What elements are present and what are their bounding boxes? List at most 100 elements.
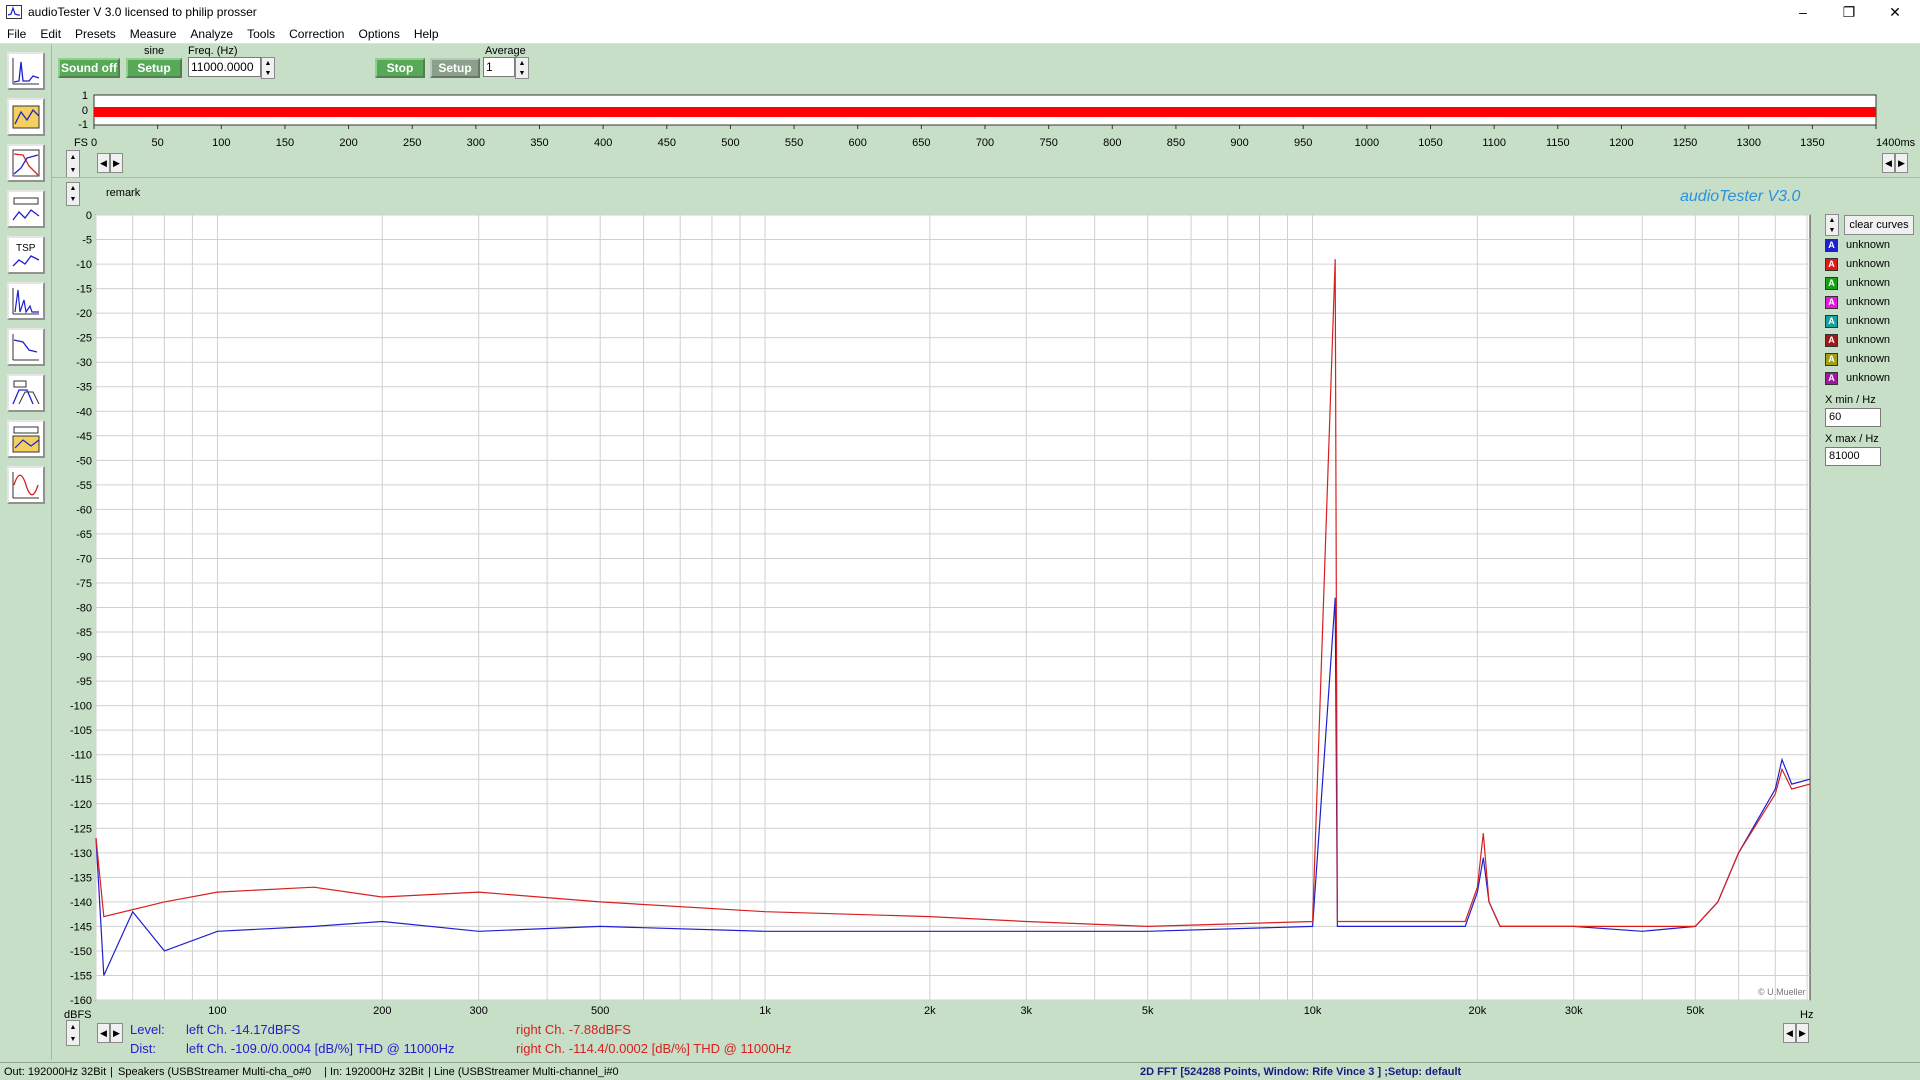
y-tick-label: -25	[76, 333, 92, 345]
separator: |	[110, 1066, 113, 1078]
x-tick-label: 3k	[1020, 1005, 1032, 1017]
level-right-readout: right Ch. -7.88dBFS	[516, 1022, 631, 1037]
legend-item[interactable]: Aunknown	[1825, 274, 1890, 292]
legend-label: unknown	[1846, 296, 1891, 308]
x-tick-label: 1k	[759, 1005, 771, 1017]
curve-color-icon[interactable]: A	[1825, 238, 1838, 252]
xmin-input[interactable]: 60	[1825, 408, 1881, 427]
y-tick-label: -125	[70, 823, 92, 835]
xmax-label: X max / Hz	[1825, 433, 1879, 445]
y-tick-label: -60	[76, 504, 92, 516]
spin-up-icon: ▲	[69, 1023, 77, 1031]
x-axis-unit-label: Hz	[1800, 1009, 1813, 1021]
y-tick-label: -75	[76, 578, 92, 590]
y-tick-label: -105	[70, 725, 92, 737]
legend-label: unknown	[1846, 372, 1891, 384]
fft-zoom-left[interactable]: ◀	[1783, 1023, 1796, 1043]
y-tick-label: -100	[70, 701, 92, 713]
y-tick-label: -140	[70, 897, 92, 909]
x-tick-label: 2k	[924, 1005, 936, 1017]
legend-item[interactable]: Aunknown	[1825, 312, 1890, 330]
y-tick-label: -110	[71, 750, 92, 762]
x-tick-label: 5k	[1142, 1005, 1154, 1017]
y-tick-label: -20	[76, 308, 92, 320]
y-tick-label: -150	[70, 946, 92, 958]
y-tick-label: -115	[71, 774, 92, 786]
spin-down-icon: ▼	[1828, 226, 1836, 234]
x-tick-label: 200	[373, 1005, 391, 1017]
x-tick-label: 300	[470, 1005, 488, 1017]
legend-item[interactable]: Aunknown	[1825, 331, 1890, 349]
curve-color-icon[interactable]: A	[1825, 352, 1838, 366]
y-tick-label: -65	[76, 529, 92, 541]
level-left-readout: left Ch. -14.17dBFS	[186, 1022, 301, 1037]
y-tick-label: -40	[76, 406, 92, 418]
x-tick-label: 30k	[1565, 1005, 1583, 1017]
xmin-label: X min / Hz	[1825, 394, 1876, 406]
x-tick-label: 20k	[1469, 1005, 1487, 1017]
y-tick-label: -45	[76, 431, 92, 443]
curve-color-icon[interactable]: A	[1825, 257, 1838, 271]
dist-label: Dist:	[130, 1041, 156, 1056]
y-tick-label: -160	[70, 995, 92, 1007]
arrow-left-icon: ◀	[100, 1027, 107, 1038]
legend-label: unknown	[1846, 258, 1891, 270]
fft-chart: 0 -5 -10 -15 -20 -25 -30 -35 -40 -45 -50 -55 -60 -65 -…	[64, 210, 1813, 1021]
y-tick-label: 0	[86, 210, 92, 222]
separator: |	[428, 1066, 431, 1078]
y-tick-label: -120	[70, 799, 92, 811]
y-tick-label: -55	[76, 480, 92, 492]
y-tick-label: -15	[76, 284, 92, 296]
spin-up-icon: ▲	[1828, 216, 1836, 224]
clear-curves-button[interactable]: clear curves	[1844, 215, 1914, 235]
y-tick-label: -70	[76, 553, 92, 565]
curve-color-icon[interactable]: A	[1825, 333, 1838, 347]
legend-label: unknown	[1846, 315, 1891, 327]
y-tick-label: -30	[76, 357, 92, 369]
curve-color-icon[interactable]: A	[1825, 314, 1838, 328]
x-tick-label: 50k	[1686, 1005, 1704, 1017]
y-tick-label: -155	[70, 970, 92, 982]
xmax-input[interactable]: 81000	[1825, 447, 1881, 466]
fft-scroll-left[interactable]: ◀	[97, 1023, 110, 1043]
dist-right-readout: right Ch. -114.4/0.0002 [dB/%] THD @ 110…	[516, 1041, 792, 1056]
y-tick-label: -90	[76, 652, 92, 664]
legend-label: unknown	[1846, 353, 1891, 365]
fft-zoom-right[interactable]: ▶	[1796, 1023, 1809, 1043]
legend-label: unknown	[1846, 334, 1891, 346]
x-tick-label: 10k	[1304, 1005, 1322, 1017]
level-label: Level:	[130, 1022, 165, 1037]
status-fft-info: 2D FFT [524288 Points, Window: Rife Vinc…	[1140, 1066, 1462, 1078]
status-output-format: Out: 192000Hz 32Bit	[4, 1066, 107, 1078]
legend-label: unknown	[1846, 239, 1891, 251]
y-tick-label: -5	[82, 235, 92, 247]
status-bar: Out: 192000Hz 32Bit | Speakers (USBStrea…	[0, 1062, 1920, 1080]
legend-item[interactable]: Aunknown	[1825, 350, 1890, 368]
fft-scroll-right[interactable]: ▶	[110, 1023, 123, 1043]
y-tick-label: -10	[76, 259, 92, 271]
y-tick-label: -145	[70, 921, 92, 933]
status-input-device: Line (USBStreamer Multi-channel_i#0	[434, 1066, 619, 1078]
credit-label: © U.Mueller	[1758, 987, 1806, 997]
legend-spinner[interactable]: ▲ ▼	[1825, 214, 1839, 236]
arrow-right-icon: ▶	[1799, 1027, 1806, 1038]
separator: |	[324, 1066, 327, 1078]
curve-color-icon[interactable]: A	[1825, 371, 1838, 385]
spin-down-icon: ▼	[69, 1035, 77, 1043]
legend-item[interactable]: Aunknown	[1825, 236, 1890, 254]
y-tick-label: -80	[76, 603, 92, 615]
dist-left-readout: left Ch. -109.0/0.0004 [dB/%] THD @ 1100…	[186, 1041, 455, 1056]
x-tick-label: 100	[208, 1005, 226, 1017]
curve-color-icon[interactable]: A	[1825, 295, 1838, 309]
arrow-left-icon: ◀	[1786, 1027, 1793, 1038]
legend-item[interactable]: Aunknown	[1825, 255, 1890, 273]
legend-item[interactable]: Aunknown	[1825, 369, 1890, 387]
status-output-device: Speakers (USBStreamer Multi-cha_o#0	[118, 1066, 312, 1078]
readout-spinner[interactable]: ▲ ▼	[66, 1020, 80, 1046]
y-tick-label: -135	[70, 872, 92, 884]
curve-color-icon[interactable]: A	[1825, 276, 1838, 290]
legend-label: unknown	[1846, 277, 1891, 289]
x-tick-label: 500	[591, 1005, 609, 1017]
status-input-format: In: 192000Hz 32Bit	[330, 1066, 424, 1078]
legend-item[interactable]: Aunknown	[1825, 293, 1890, 311]
